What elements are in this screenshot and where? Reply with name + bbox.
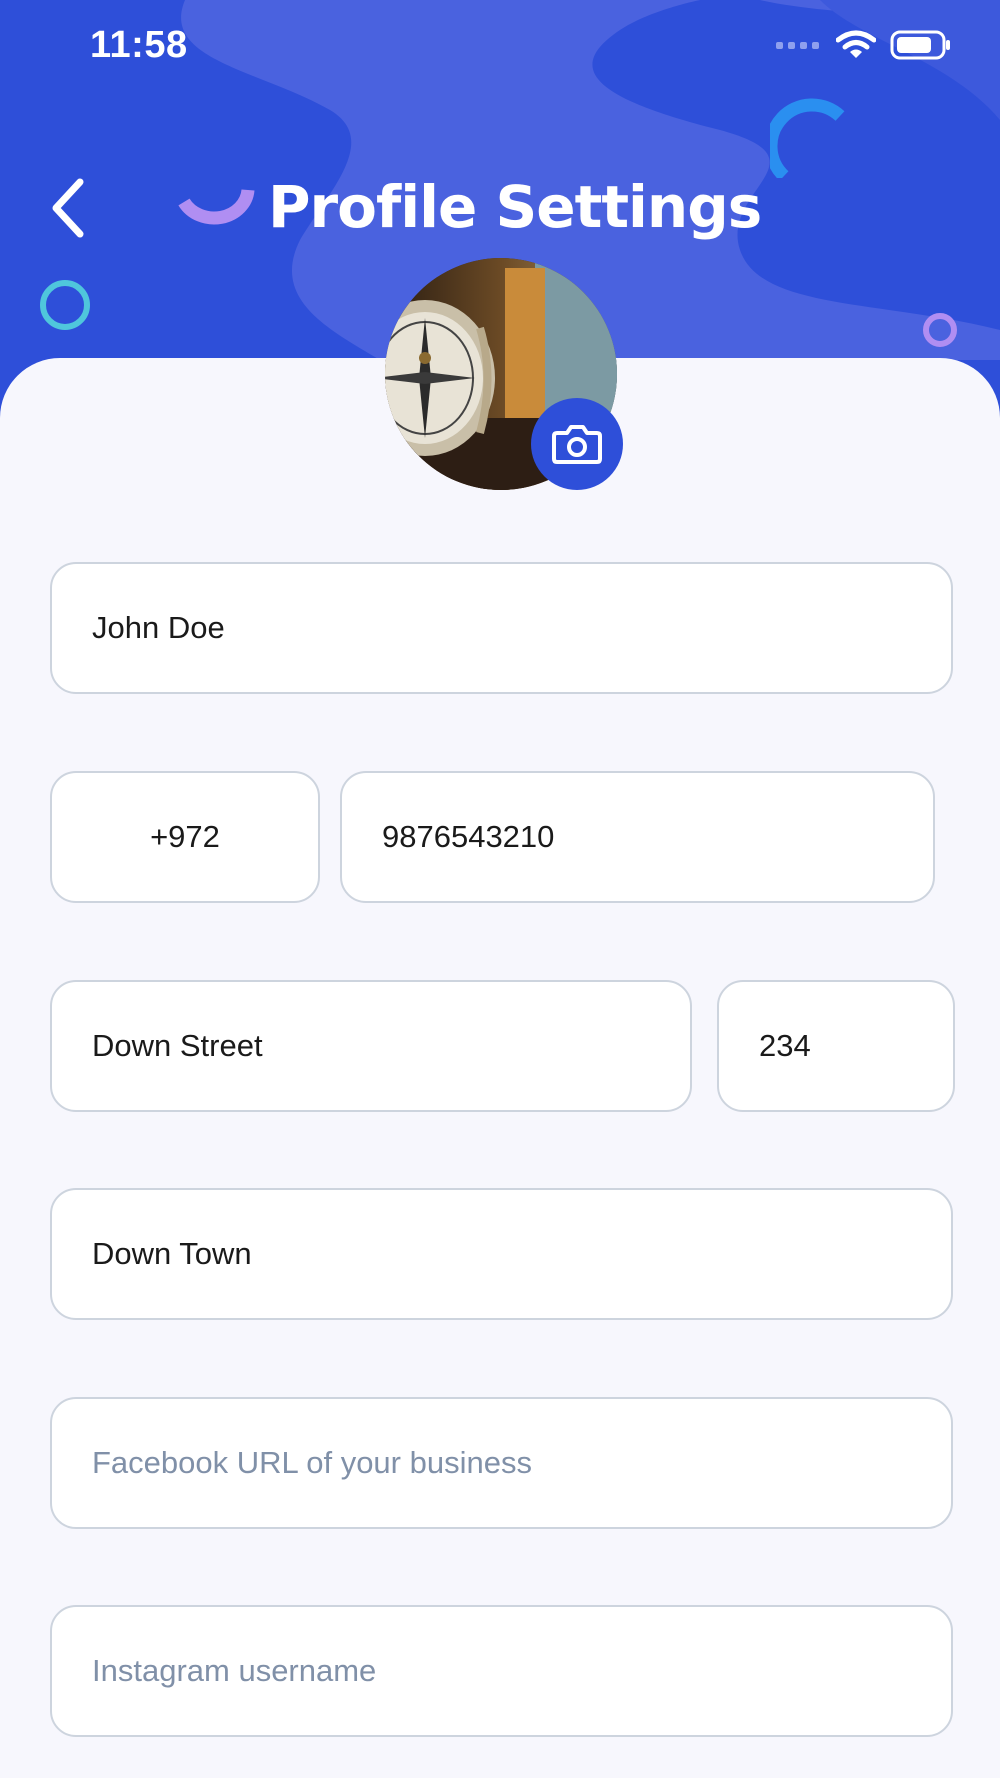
phone-input[interactable] (342, 819, 933, 855)
street-field[interactable] (50, 980, 692, 1112)
facebook-url-field[interactable] (50, 1397, 953, 1529)
instagram-username-input[interactable] (52, 1653, 951, 1689)
status-time: 11:58 (90, 24, 188, 66)
city-input[interactable] (52, 1236, 951, 1272)
status-icons (776, 30, 952, 60)
country-code-input[interactable] (52, 819, 318, 855)
house-number-field[interactable] (717, 980, 955, 1112)
phone-field[interactable] (340, 771, 935, 903)
signal-icon (776, 42, 819, 49)
change-photo-button[interactable] (531, 398, 623, 490)
street-input[interactable] (52, 1028, 690, 1064)
arc-decoration (770, 98, 845, 178)
ring-decoration-teal (40, 280, 90, 330)
facebook-url-input[interactable] (52, 1445, 951, 1481)
ring-decoration-purple (923, 313, 957, 347)
battery-icon (890, 30, 950, 60)
chevron-left-icon (52, 178, 84, 238)
title-group: Profile Settings (176, 172, 762, 242)
instagram-username-field[interactable] (50, 1605, 953, 1737)
wifi-icon (836, 30, 876, 58)
house-number-input[interactable] (719, 1028, 953, 1064)
full-name-field[interactable] (50, 562, 953, 694)
camera-icon (552, 425, 602, 464)
page-title: Profile Settings (268, 173, 762, 241)
full-name-input[interactable] (52, 610, 951, 646)
back-button[interactable] (44, 172, 94, 242)
city-field[interactable] (50, 1188, 953, 1320)
half-circle-decoration (178, 189, 255, 225)
avatar-container (385, 258, 625, 498)
country-code-field[interactable] (50, 771, 320, 903)
